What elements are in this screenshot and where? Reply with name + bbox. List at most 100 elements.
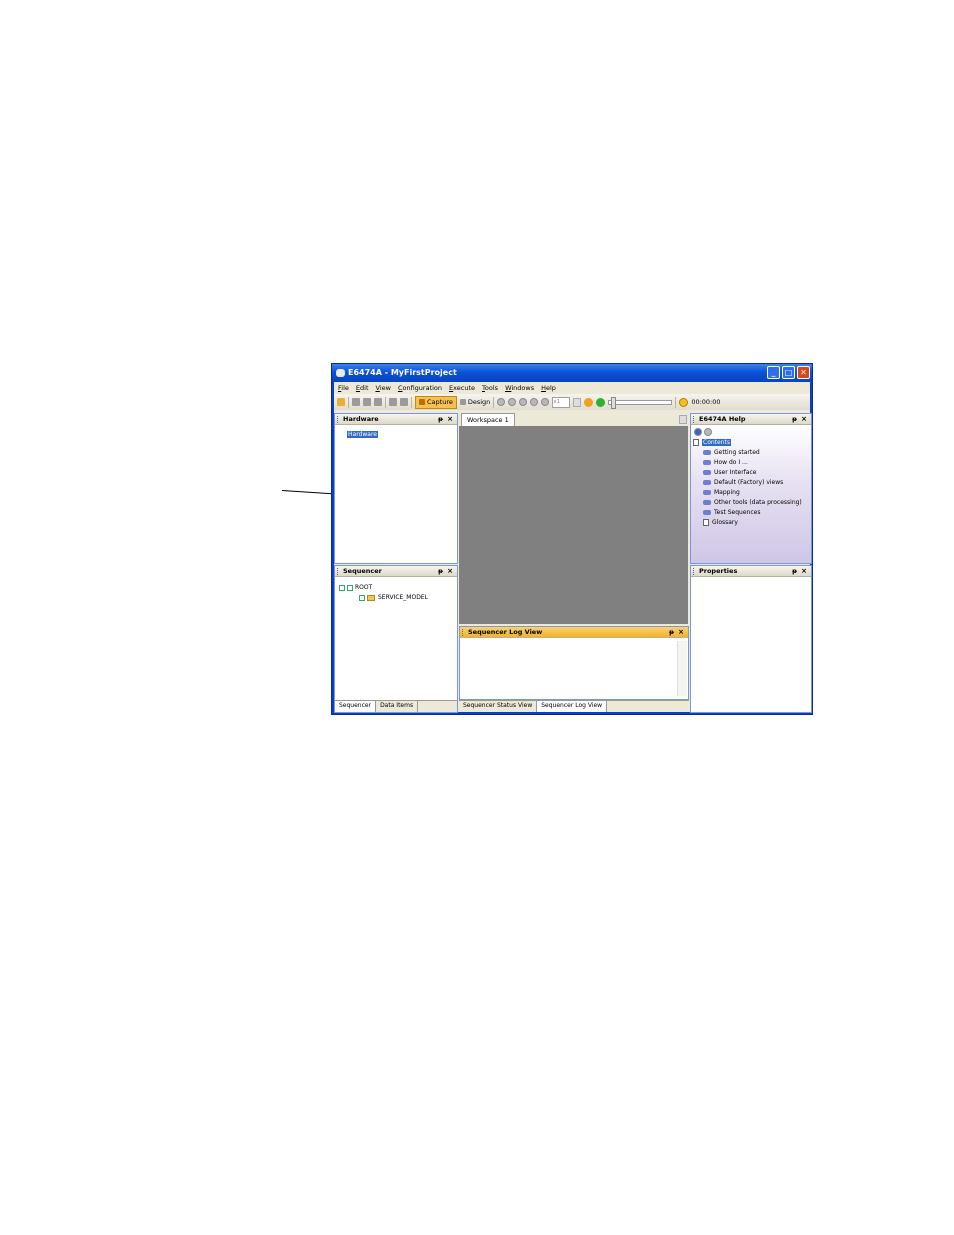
timeline-slider[interactable] [608,396,673,409]
workspace-tabbar: Workspace 1 [459,413,689,426]
sequencer-child[interactable]: SERVICE_MODEL [359,594,428,601]
help-item[interactable]: Mapping [703,489,740,496]
speed-dropdown[interactable] [573,397,582,407]
toolbar-separator [675,396,677,408]
help-item[interactable]: Test Sequences [703,509,760,516]
sequencer-title: Sequencer [343,567,382,575]
capture-label: Capture [427,397,453,406]
tab-data-items[interactable]: Data Items [376,701,419,712]
tab-sequencer-status-view[interactable]: Sequencer Status View [459,701,538,712]
sequencer-panel-header: Sequencer ᵽ × [335,566,457,577]
minimize-button[interactable]: _ [767,366,780,379]
grip-icon[interactable] [337,568,340,575]
pin-icon[interactable]: ᵽ [438,566,443,577]
stop-icon[interactable] [519,398,528,406]
slider-thumb[interactable] [611,396,617,409]
toolbar-separator [411,396,412,408]
speed-field[interactable]: x1 [552,396,571,408]
design-button[interactable]: Design [459,398,490,406]
pin-icon[interactable]: ᵽ [792,566,797,577]
close-icon[interactable]: × [447,566,453,577]
root-checkbox[interactable] [339,584,345,591]
play-icon[interactable] [497,398,506,406]
help-item[interactable]: Default (Factory) views [703,479,783,486]
book-icon [703,480,711,485]
help-item[interactable]: Other tools (data processing) [703,499,802,506]
book-icon [703,460,711,465]
toolbar-separator [385,396,386,408]
grip-icon[interactable] [462,629,465,636]
tab-sequencer[interactable]: Sequencer [335,701,377,712]
maximize-button[interactable]: □ [782,366,795,379]
tab-workspace-1[interactable]: Workspace 1 [461,413,515,426]
menu-edit[interactable]: Edit [356,384,369,392]
log-title: Sequencer Log View [468,628,543,636]
help-item[interactable]: Glossary [703,519,738,526]
close-button[interactable]: ✕ [797,366,810,379]
help-contents-node[interactable]: Contents [693,439,731,446]
menu-tools[interactable]: Tools [482,384,498,392]
menu-execute[interactable]: Execute [449,384,475,392]
menu-file[interactable]: File [338,384,349,392]
grip-icon[interactable] [693,416,696,423]
menu-windows[interactable]: Windows [505,384,534,392]
help-panel-header: E6474A Help ᵽ × [691,414,811,425]
paste-icon[interactable] [374,398,382,406]
grip-icon[interactable] [337,416,340,423]
close-icon[interactable]: × [447,414,453,425]
help-item[interactable]: How do I ... [703,459,748,466]
menu-view[interactable]: View [376,384,391,392]
time-display: 00:00:00 [691,398,721,406]
run-icon[interactable] [584,397,594,407]
record-icon[interactable] [541,398,550,406]
root-label: ROOT [355,584,373,591]
toolbar-separator [493,396,495,408]
hardware-tree-root[interactable]: Hardware [347,431,378,438]
menu-configuration[interactable]: Configuration [398,384,442,392]
hardware-title: Hardware [343,415,379,423]
help-item-label: Getting started [714,449,760,456]
book-icon [703,450,711,455]
log-scrollbar[interactable] [677,641,687,696]
clock-icon [679,397,689,407]
help-icon[interactable] [694,428,702,436]
hardware-root-label: Hardware [347,431,378,438]
status-led-icon [596,397,606,407]
help-item[interactable]: User Interface [703,469,756,476]
pin-icon[interactable]: ᵽ [792,414,797,425]
help-contents: Contents Getting started How do I ... Us… [691,425,811,563]
root-node-icon [347,584,353,591]
close-icon[interactable]: × [801,566,807,577]
hardware-panel-header: Hardware ᵽ × [335,414,457,425]
design-icon [459,399,466,405]
bottom-tabs: Sequencer Status View Sequencer Log View [459,700,689,712]
title-bar[interactable]: E6474A - MyFirstProject _ □ ✕ [332,364,812,382]
capture-button[interactable]: Capture [415,395,457,409]
cut-icon[interactable] [352,398,360,406]
child-checkbox[interactable] [359,594,365,601]
pin-icon[interactable]: ᵽ [669,627,674,638]
workspace-area[interactable] [459,426,688,624]
open-icon[interactable] [337,398,345,406]
step-icon[interactable] [530,398,539,406]
help-item[interactable]: Getting started [703,449,760,456]
tab-sequencer-log-view[interactable]: Sequencer Log View [537,701,608,712]
close-icon[interactable]: × [801,414,807,425]
pin-icon[interactable]: ᵽ [438,414,443,425]
child-label: SERVICE_MODEL [378,594,428,601]
close-icon[interactable]: × [678,627,684,638]
search-icon[interactable] [703,428,712,436]
copy-icon[interactable] [363,398,371,406]
help-item-label: Default (Factory) views [714,479,784,486]
help-item-label: Test Sequences [714,509,761,516]
pause-icon[interactable] [508,398,517,406]
menu-help[interactable]: Help [541,384,556,392]
table-icon[interactable] [400,398,408,406]
app-icon [336,368,345,377]
sequencer-root[interactable]: ROOT [339,584,372,591]
filter-icon[interactable] [389,398,397,406]
page-icon [703,519,709,526]
contents-label: Contents [702,439,731,446]
grip-icon[interactable] [693,568,696,575]
workspace-dropdown[interactable] [679,415,687,424]
